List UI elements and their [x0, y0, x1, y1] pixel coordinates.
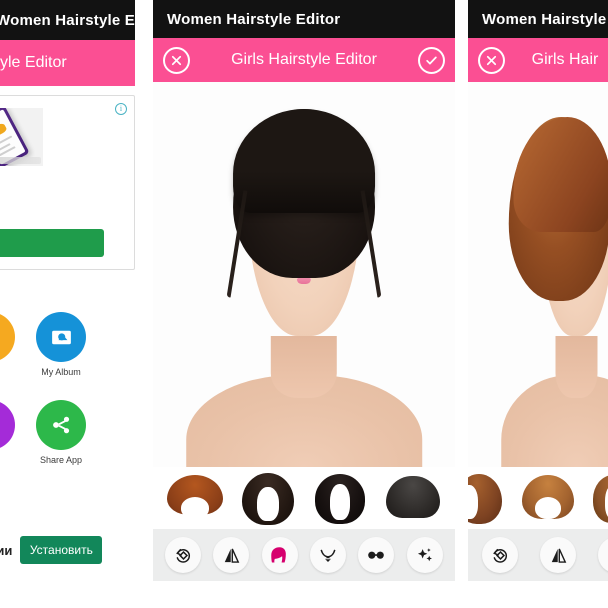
grid-item-my-album[interactable]: My Album — [30, 312, 92, 377]
rotate-icon[interactable] — [165, 537, 202, 573]
sparkle-icon[interactable] — [406, 537, 443, 573]
bottom-install-button[interactable]: Установить — [20, 536, 103, 564]
bottom-ad-banner[interactable]: тиции Установить — [0, 530, 135, 570]
editor-toolbar[interactable] — [153, 529, 455, 581]
flip-icon[interactable] — [540, 537, 576, 573]
grid-item-share-app-label: Share App — [39, 455, 83, 465]
hair-fringe-red — [513, 116, 608, 233]
hairstyle-thumbnail-strip[interactable] — [153, 467, 455, 529]
editor-red-app-bar: Girls Hair — [468, 38, 608, 82]
heart-icon — [0, 400, 15, 450]
share-icon — [36, 400, 86, 450]
grid-item-my-album-label: My Album — [41, 367, 81, 377]
editor-red-status-bar: Women Hairstyle Ed — [468, 0, 608, 38]
editor-app-bar-title: Girls Hairstyle Editor — [231, 51, 377, 68]
grid-item-favourites-label: s — [0, 455, 20, 465]
model-photo — [153, 82, 455, 467]
editor-canvas[interactable] — [153, 82, 455, 467]
screenshot-stage: Women Hairstyle Editor yle Editor i — [0, 0, 608, 608]
editor-red-canvas[interactable] — [468, 82, 608, 467]
thumbnail-black-long-wavy[interactable] — [237, 471, 299, 529]
home-status-bar: Women Hairstyle Editor — [0, 0, 135, 40]
necklace-icon[interactable] — [310, 537, 347, 573]
editor-panel-dark: Women Hairstyle Editor Girls Hairstyle E… — [153, 0, 455, 583]
bottom-ad-text: тиции — [0, 542, 13, 558]
editor-red-toolbar[interactable] — [468, 529, 608, 581]
sunglasses-icon[interactable] — [358, 537, 395, 573]
editor-status-title: Women Hairstyle Editor — [167, 10, 341, 28]
wig-inner — [181, 497, 210, 519]
editor-red-status-title: Women Hairstyle Ed — [482, 10, 608, 28]
editor-panel-red: Women Hairstyle Ed Girls Hair — [468, 0, 608, 583]
home-app-bar: yle Editor — [0, 40, 135, 86]
grid-item-favourites[interactable]: s — [0, 400, 20, 465]
thumbnail-auburn-curly[interactable] — [592, 471, 608, 529]
rotate-icon[interactable] — [482, 537, 518, 573]
thumbnail-black-curly[interactable] — [309, 471, 371, 529]
editor-status-bar: Women Hairstyle Editor — [153, 0, 455, 38]
thumbnail-auburn-bob[interactable] — [164, 471, 226, 529]
ad-caption-placeholder — [0, 157, 41, 164]
home-status-title: Women Hairstyle Editor — [0, 11, 135, 29]
home-panel: Women Hairstyle Editor yle Editor i — [0, 0, 135, 592]
wig-shape — [385, 476, 440, 518]
flip-icon[interactable] — [213, 537, 250, 573]
hairstyle-icon[interactable] — [598, 537, 608, 573]
thumbnail-auburn-bob-fringe[interactable] — [520, 471, 576, 529]
grid-item-share-app[interactable]: Share App — [30, 400, 92, 465]
hairstyle-icon[interactable] — [261, 537, 298, 573]
hairstyle-thumbnail-strip-red[interactable] — [468, 467, 608, 529]
model-photo-red — [468, 82, 608, 467]
wig-inner — [330, 484, 351, 520]
close-circle-icon[interactable] — [478, 46, 505, 74]
check-circle-icon[interactable] — [418, 46, 445, 74]
model-neck — [555, 336, 598, 398]
ad-image — [0, 108, 43, 166]
ad-info-icon[interactable]: i — [115, 103, 127, 115]
model-figure — [153, 82, 455, 467]
star-icon — [0, 312, 15, 362]
editor-red-app-bar-title: Girls Hair — [531, 51, 599, 68]
wig-inner — [535, 497, 561, 519]
thumbnail-black-straight-fringe[interactable] — [382, 471, 444, 529]
home-app-bar-title: yle Editor — [0, 54, 67, 71]
ad-install-button[interactable]: Установить ТЬ — [0, 229, 104, 257]
thumbnail-auburn-long-side[interactable] — [468, 471, 504, 529]
album-icon — [36, 312, 86, 362]
wig-inner — [256, 487, 279, 521]
model-neck — [270, 336, 338, 398]
bottom-install-label: Установить — [29, 543, 93, 557]
grid-item-star[interactable] — [0, 312, 20, 367]
hair-fringe-dark — [233, 108, 375, 213]
close-circle-icon[interactable] — [163, 46, 190, 74]
editor-app-bar: Girls Hairstyle Editor — [153, 38, 455, 82]
ad-card[interactable]: i Установить ТЬ — [0, 95, 135, 270]
model-figure-red — [489, 82, 608, 467]
